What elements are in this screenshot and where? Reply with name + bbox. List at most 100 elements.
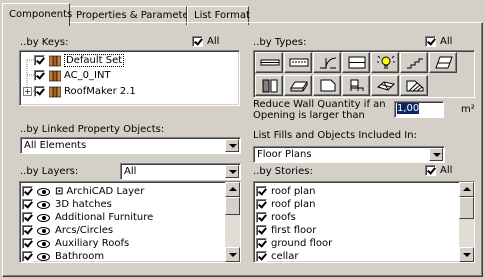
- beam-type-icon[interactable]: [284, 52, 312, 73]
- by-stories-all-checkbox[interactable]: [425, 165, 436, 176]
- eye-icon[interactable]: [37, 226, 50, 235]
- layer-label: ArchiCAD Layer: [66, 186, 145, 197]
- keys-tree: Default Set AC_0_INT + RoofMaker 2.1: [19, 50, 240, 106]
- layer-label: 3D hatches: [55, 199, 112, 210]
- layer-label: Bathroom: [55, 251, 105, 262]
- key-item[interactable]: + RoofMaker 2.1: [23, 85, 136, 98]
- story-label: roof plan: [271, 186, 316, 197]
- layer-checkbox[interactable]: [22, 199, 33, 210]
- key-checkbox[interactable]: [34, 55, 45, 66]
- layer-checkbox[interactable]: [22, 225, 33, 236]
- stair-type-icon[interactable]: [400, 52, 428, 73]
- layer-label: Arcs/Circles: [55, 225, 114, 236]
- layer-row[interactable]: 3D hatches: [22, 198, 112, 211]
- scroll-down-icon[interactable]: [459, 247, 474, 262]
- layers-scrollbar[interactable]: [225, 182, 240, 262]
- layers-filter-dropdown[interactable]: All: [120, 163, 241, 180]
- story-row[interactable]: cellar: [256, 250, 299, 262]
- object-type-icon[interactable]: [342, 75, 370, 96]
- layer-row[interactable]: Bathroom: [22, 250, 105, 262]
- expand-icon[interactable]: +: [23, 87, 32, 96]
- by-stories-label: ..by Stories:: [253, 166, 313, 177]
- wall-type-icon[interactable]: [255, 52, 283, 73]
- layer-label: Auxiliary Roofs: [55, 238, 130, 249]
- by-types-all-checkbox[interactable]: [425, 36, 436, 47]
- layer-checkbox[interactable]: [22, 238, 33, 249]
- layer-checkbox[interactable]: [22, 212, 33, 223]
- list-fills-label: List Fills and Objects Included In:: [253, 130, 417, 141]
- column-type-icon[interactable]: [255, 75, 283, 96]
- story-label: cellar: [271, 251, 299, 262]
- by-stories-all[interactable]: All: [425, 165, 452, 176]
- by-layers-label: ..by Layers:: [20, 166, 79, 177]
- story-checkbox[interactable]: [256, 251, 267, 262]
- key-item[interactable]: AC_0_INT: [34, 69, 111, 82]
- story-row[interactable]: ground floor: [256, 237, 332, 250]
- reduce-wall-label-line2: Opening is larger than: [253, 110, 365, 121]
- stories-scrollbar[interactable]: [459, 182, 474, 262]
- key-checkbox[interactable]: [34, 86, 45, 97]
- eye-icon[interactable]: [37, 239, 50, 248]
- list-fills-value: Floor Plans: [257, 149, 312, 160]
- story-checkbox[interactable]: [256, 225, 267, 236]
- scroll-up-icon[interactable]: [459, 182, 474, 197]
- tab-label: Properties & Parameters: [76, 10, 198, 21]
- lamp-type-icon[interactable]: [371, 52, 399, 73]
- reduce-wall-unit: m²: [461, 104, 475, 115]
- story-checkbox[interactable]: [256, 199, 267, 210]
- story-checkbox[interactable]: [256, 212, 267, 223]
- story-row[interactable]: first floor: [256, 224, 316, 237]
- story-label: first floor: [271, 225, 317, 236]
- key-checkbox[interactable]: [34, 70, 45, 81]
- layers-list[interactable]: ⊡ ArchiCAD Layer 3D hatches Additional F…: [19, 181, 241, 263]
- story-checkbox[interactable]: [256, 238, 267, 249]
- fill-type-icon[interactable]: [313, 75, 341, 96]
- tab-components[interactable]: Components: [2, 3, 72, 26]
- story-checkbox[interactable]: [256, 186, 267, 197]
- zone-type-icon[interactable]: [400, 75, 428, 96]
- chevron-down-icon[interactable]: [225, 139, 239, 152]
- eye-icon[interactable]: [37, 252, 50, 261]
- story-label: roofs: [271, 212, 296, 223]
- layer-checkbox[interactable]: [22, 251, 33, 262]
- linked-objects-dropdown[interactable]: All Elements: [20, 137, 241, 154]
- scroll-down-icon[interactable]: [225, 247, 240, 262]
- by-keys-all[interactable]: All: [192, 36, 219, 47]
- key-item[interactable]: Default Set: [34, 54, 125, 67]
- story-row[interactable]: roof plan: [256, 198, 315, 211]
- reduce-wall-value: 1,00: [397, 103, 420, 114]
- reduce-wall-input[interactable]: 1,00: [394, 101, 444, 118]
- by-keys-label: ..by Keys:: [20, 37, 69, 48]
- scroll-up-icon[interactable]: [225, 182, 240, 197]
- key-label: Default Set: [64, 54, 125, 67]
- by-types-all-label: All: [440, 36, 453, 47]
- reduce-wall-label-line1: Reduce Wall Quantity if an: [253, 99, 386, 110]
- by-keys-all-checkbox[interactable]: [192, 36, 203, 47]
- eye-icon[interactable]: [37, 200, 50, 209]
- layer-row[interactable]: Arcs/Circles: [22, 224, 113, 237]
- layer-label: Additional Furniture: [55, 212, 154, 223]
- by-types-all[interactable]: All: [425, 36, 452, 47]
- layer-checkbox[interactable]: [22, 186, 33, 197]
- story-row[interactable]: roof plan: [256, 185, 315, 198]
- window-type-icon[interactable]: [342, 52, 370, 73]
- layer-row[interactable]: Auxiliary Roofs: [22, 237, 129, 250]
- eye-icon[interactable]: [37, 187, 50, 196]
- key-label: AC_0_INT: [64, 70, 111, 81]
- lock-icon[interactable]: ⊡: [55, 186, 63, 197]
- stories-list[interactable]: roof plan roof plan roofs first floor gr…: [253, 181, 475, 263]
- door-type-icon[interactable]: [313, 52, 341, 73]
- chevron-down-icon[interactable]: [429, 148, 443, 161]
- slab-type-icon[interactable]: [284, 75, 312, 96]
- eye-icon[interactable]: [37, 213, 50, 222]
- layer-row[interactable]: ⊡ ArchiCAD Layer: [22, 185, 144, 198]
- scroll-thumb[interactable]: [459, 197, 474, 219]
- list-fills-dropdown[interactable]: Floor Plans: [253, 146, 445, 163]
- chevron-down-icon[interactable]: [225, 165, 239, 178]
- roof-type-icon[interactable]: [429, 52, 457, 73]
- layer-row[interactable]: Additional Furniture: [22, 211, 153, 224]
- mesh-type-icon[interactable]: [371, 75, 399, 96]
- scroll-thumb[interactable]: [225, 197, 240, 215]
- story-row[interactable]: roofs: [256, 211, 296, 224]
- by-keys-all-label: All: [207, 36, 220, 47]
